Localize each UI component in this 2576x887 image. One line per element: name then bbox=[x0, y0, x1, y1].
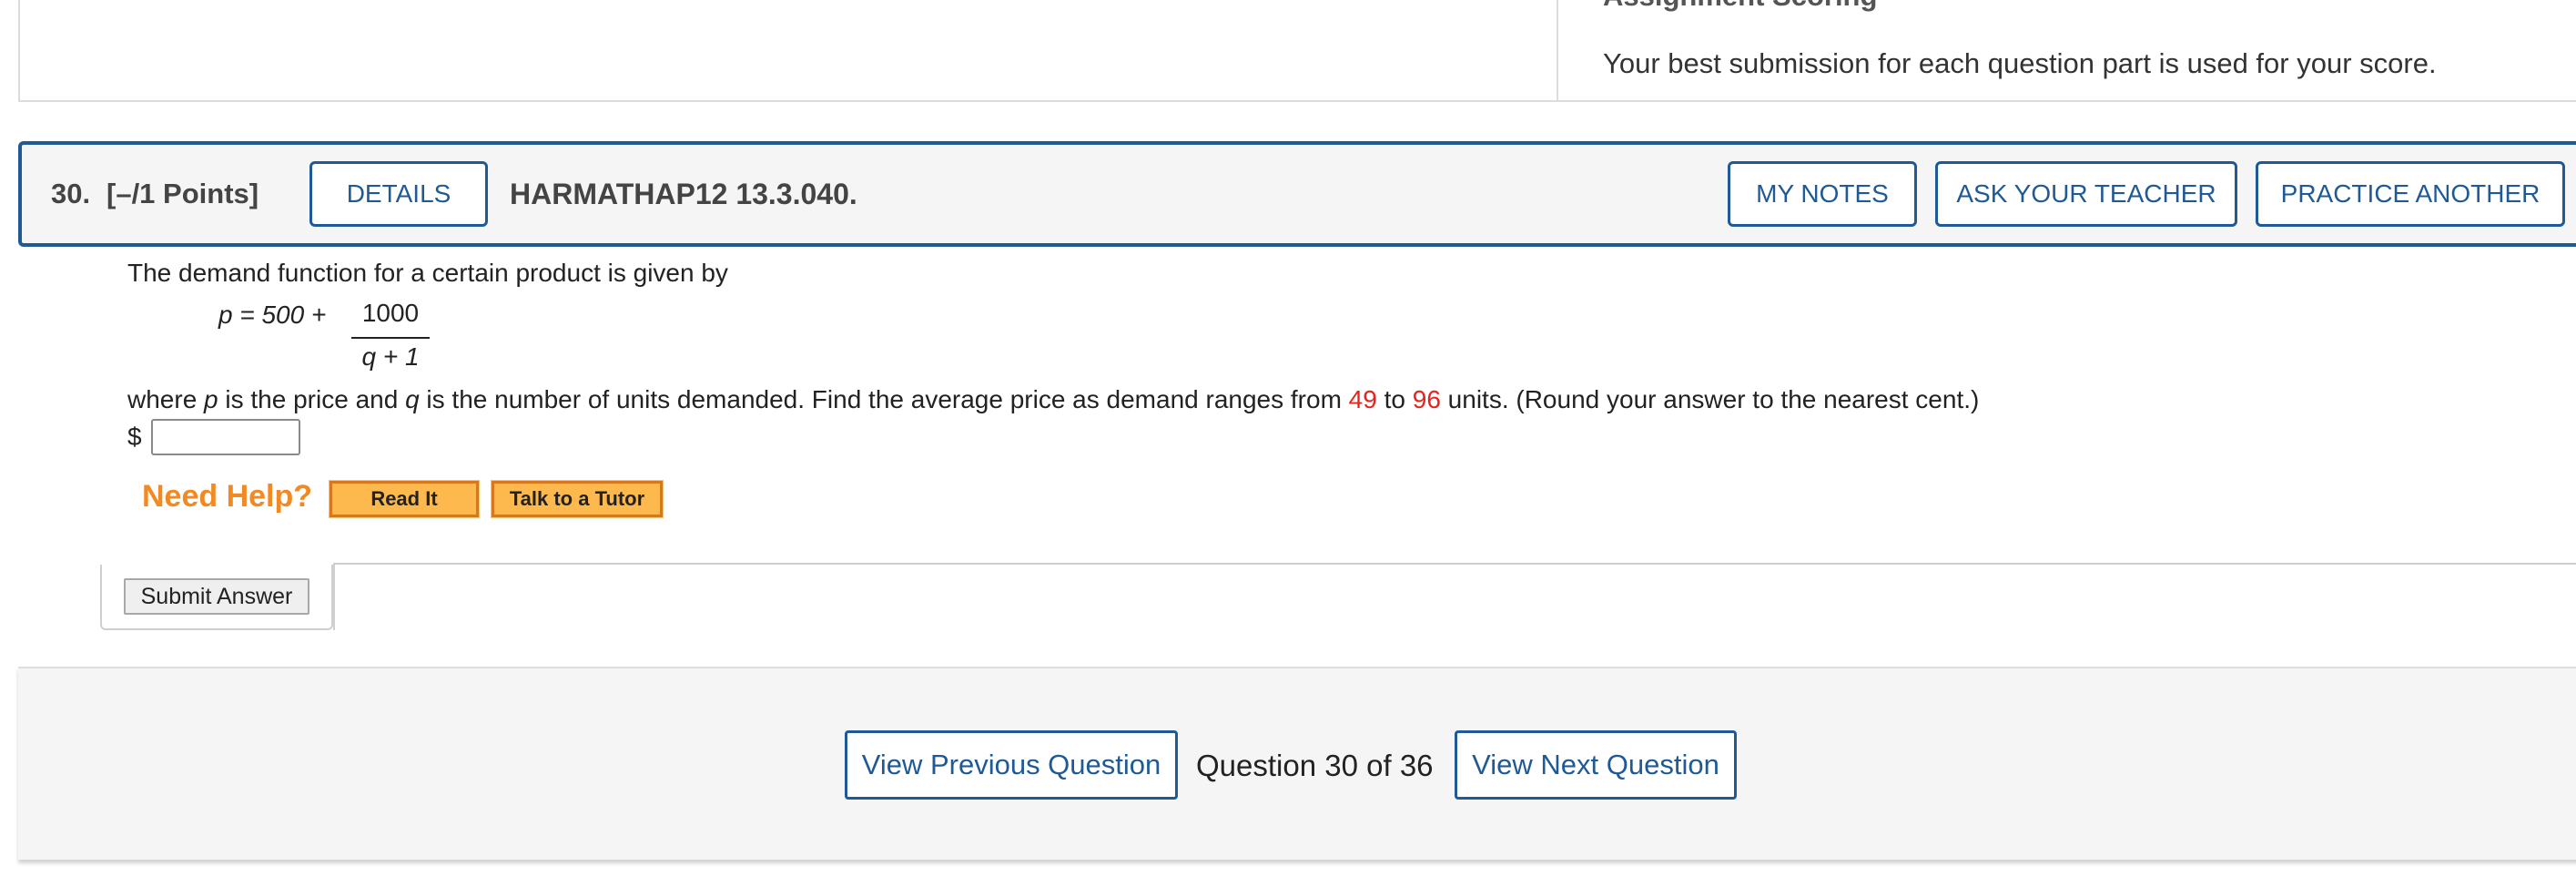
demand-formula: p = 500 + 1000 q + 1 bbox=[218, 299, 430, 371]
submit-answer-button[interactable]: Submit Answer bbox=[124, 578, 309, 615]
statement-part1: where bbox=[127, 385, 205, 413]
statement-part2: is the price and bbox=[218, 385, 406, 413]
formula-lhs: p = 500 + bbox=[218, 301, 326, 329]
view-next-question-button[interactable]: View Next Question bbox=[1455, 730, 1737, 800]
low-value: 49 bbox=[1348, 385, 1377, 413]
submit-divider-vertical bbox=[333, 563, 335, 630]
question-prompt: The demand function for a certain produc… bbox=[127, 259, 728, 287]
formula-denominator: q + 1 bbox=[351, 342, 430, 372]
formula-lhs-text: p = 500 + bbox=[218, 301, 327, 329]
practice-another-button[interactable]: PRACTICE ANOTHER bbox=[2256, 161, 2565, 227]
scoring-heading: Assignment Scoring bbox=[1603, 0, 1877, 13]
var-p: p bbox=[204, 385, 218, 413]
question-points: [–/1 Points] bbox=[106, 178, 259, 209]
var-q: q bbox=[405, 385, 420, 413]
question-navigation: View Previous Question Question 30 of 36… bbox=[18, 667, 2576, 860]
question-position: Question 30 of 36 bbox=[1196, 749, 1434, 782]
my-notes-button[interactable]: MY NOTES bbox=[1728, 161, 1917, 227]
read-it-button[interactable]: Read It bbox=[329, 480, 480, 518]
submit-divider-horizontal bbox=[333, 563, 2576, 565]
to-word: to bbox=[1376, 385, 1413, 413]
panel-divider bbox=[1557, 0, 1558, 100]
assignment-scoring-panel: Assignment Scoring Your best submission … bbox=[18, 0, 2576, 102]
question-code: HARMATHAP12 13.3.040. bbox=[510, 178, 857, 210]
question-number: 30. bbox=[51, 178, 91, 209]
answer-input[interactable] bbox=[151, 419, 300, 455]
question-header: 30. [–/1 Points] DETAILS HARMATHAP12 13.… bbox=[18, 141, 2576, 247]
currency-symbol: $ bbox=[127, 423, 142, 451]
talk-to-tutor-button[interactable]: Talk to a Tutor bbox=[491, 480, 664, 518]
statement-part4: units. (Round your answer to the nearest… bbox=[1440, 385, 1980, 413]
need-help-label: Need Help? bbox=[142, 479, 313, 514]
question-statement: where p is the price and q is the number… bbox=[127, 385, 1979, 414]
formula-denominator-text: q + 1 bbox=[361, 342, 420, 371]
statement-part3: is the number of units demanded. Find th… bbox=[419, 385, 1349, 413]
fraction-bar bbox=[351, 337, 430, 339]
high-value: 96 bbox=[1412, 385, 1441, 413]
details-button[interactable]: DETAILS bbox=[309, 161, 488, 227]
ask-teacher-button[interactable]: ASK YOUR TEACHER bbox=[1935, 161, 2237, 227]
scoring-text: Your best submission for each question p… bbox=[1603, 47, 2437, 79]
formula-numerator: 1000 bbox=[361, 299, 420, 327]
view-previous-question-button[interactable]: View Previous Question bbox=[845, 730, 1178, 800]
